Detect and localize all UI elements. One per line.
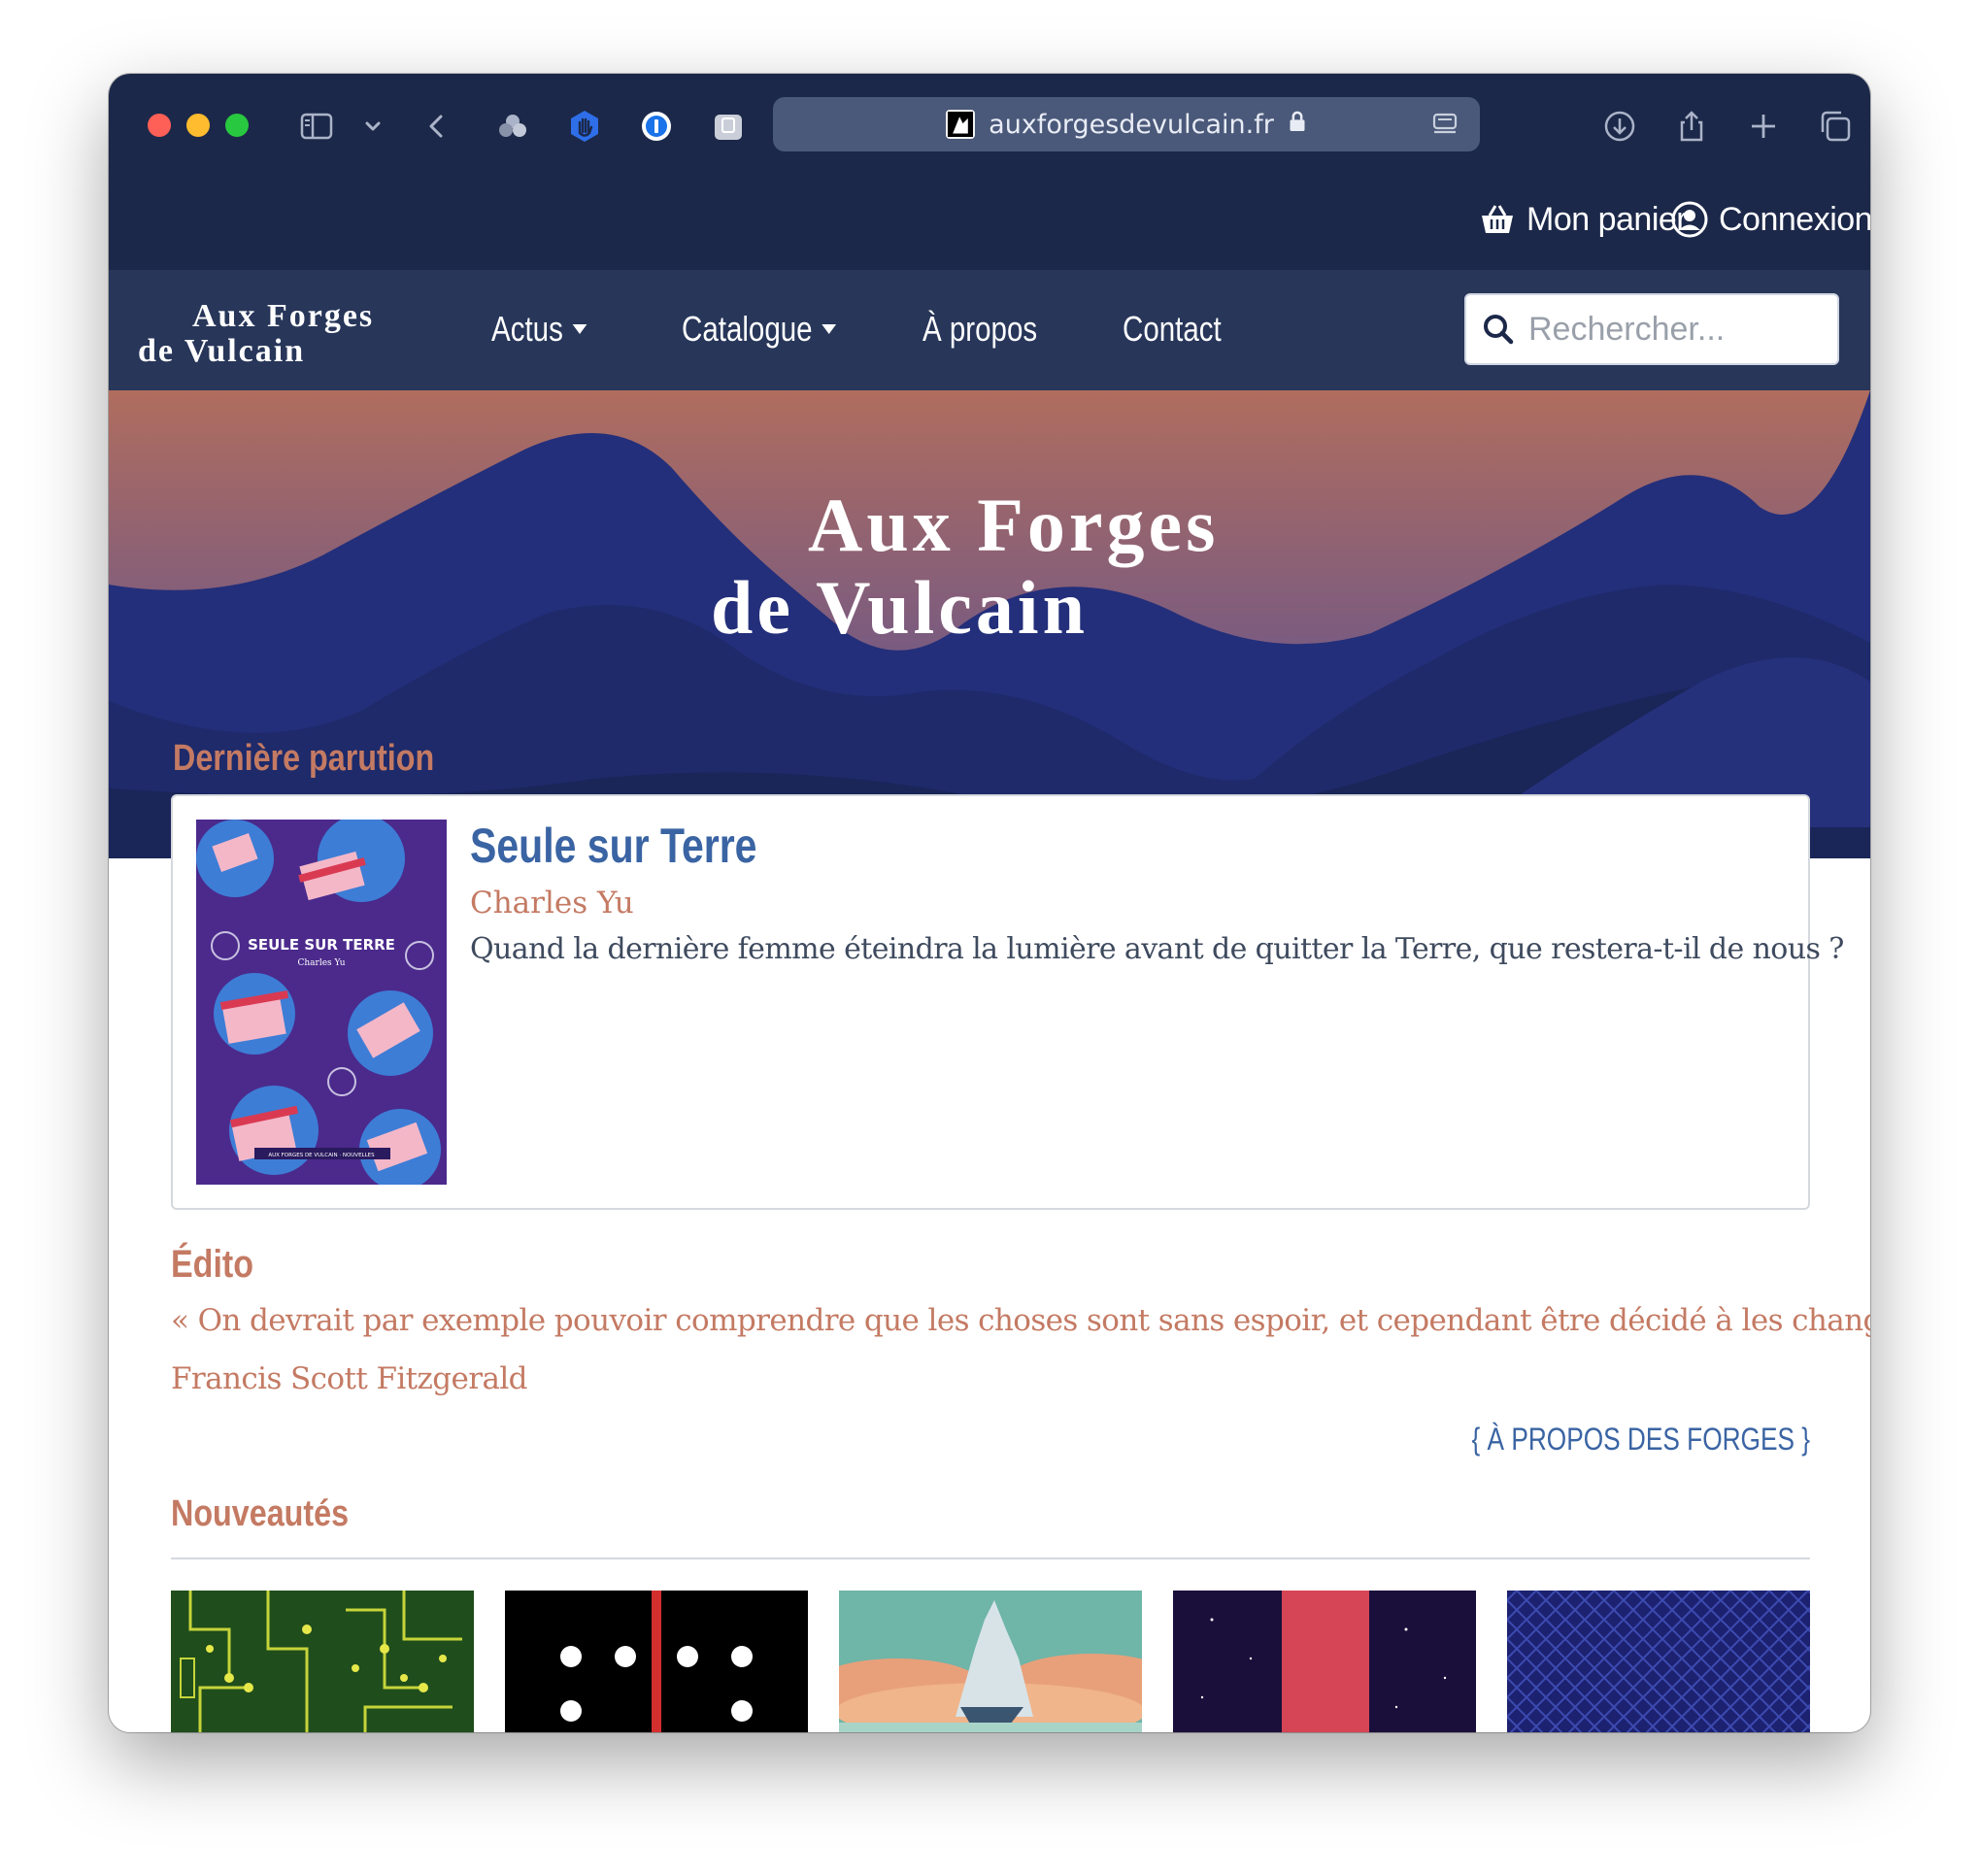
hero-banner: Aux Forges de Vulcain <box>109 390 1870 858</box>
about-forges-link[interactable]: { À PROPOS DES FORGES } <box>1471 1422 1810 1457</box>
nav-item-actus[interactable]: Actus <box>491 309 587 350</box>
cover-title: SEULE SUR TERRE <box>248 936 395 954</box>
black-dots-cover[interactable] <box>505 1591 808 1732</box>
user-circle-icon <box>1671 201 1708 238</box>
new-releases-heading: Nouveautés <box>171 1493 350 1534</box>
edito-heading: Édito <box>171 1243 253 1286</box>
site-favicon-icon <box>946 110 976 139</box>
nav-item-contact[interactable]: Contact <box>1123 309 1222 350</box>
lock-icon <box>1288 109 1307 141</box>
circuit-board-cover[interactable] <box>171 1591 474 1732</box>
cover-author: Charles Yu <box>298 958 346 968</box>
nav-item-label: À propos <box>922 309 1038 349</box>
reader-icon[interactable] <box>1431 111 1459 145</box>
book-cover[interactable]: SEULE SUR TERRE Charles Yu AUX FORGES DE… <box>196 820 447 1185</box>
extensions-icon[interactable] <box>493 107 532 146</box>
login-link[interactable]: Connexion <box>1670 200 1870 239</box>
close-window-button[interactable] <box>148 114 171 137</box>
nav-item-label: Contact <box>1123 309 1222 349</box>
book-author[interactable]: Charles Yu <box>470 886 634 921</box>
browser-toolbar: auxforgesdevulcain.fr <box>109 74 1870 179</box>
cart-label: Mon panier <box>1526 200 1688 238</box>
nav-item-catalogue[interactable]: Catalogue <box>682 309 837 350</box>
browser-window: auxforgesdevulcain.fr Mon panier Connexi… <box>109 74 1870 1732</box>
nav-logo-line2: de Vulcain <box>138 333 305 369</box>
blue-pattern-cover[interactable] <box>1507 1591 1810 1732</box>
main-navigation: Aux Forges de Vulcain Actus Catalogue À … <box>109 270 1870 390</box>
search-icon <box>1484 315 1514 345</box>
section-divider <box>171 1558 1810 1559</box>
nav-item-label: Catalogue <box>682 309 813 349</box>
latest-book-card[interactable]: SEULE SUR TERRE Charles Yu AUX FORGES DE… <box>171 794 1844 1210</box>
night-sky-red-band-cover[interactable] <box>1173 1591 1476 1732</box>
nav-item-a-propos[interactable]: À propos <box>922 309 1037 350</box>
book-title[interactable]: Seule sur Terre <box>470 818 756 874</box>
basket-icon <box>1482 205 1513 233</box>
cart-link[interactable]: Mon panier <box>1478 200 1688 239</box>
sidebar-icon[interactable] <box>297 107 336 146</box>
download-icon[interactable] <box>1600 107 1639 146</box>
search-box <box>1464 293 1839 365</box>
chevron-down-icon[interactable] <box>353 107 392 146</box>
caret-down-icon <box>572 324 587 334</box>
share-icon[interactable] <box>1672 107 1711 146</box>
back-icon[interactable] <box>418 107 456 146</box>
zoom-window-button[interactable] <box>225 114 249 137</box>
floating-castle-cover[interactable] <box>839 1591 1142 1732</box>
clipboard-icon[interactable] <box>709 107 748 146</box>
url-text: auxforgesdevulcain.fr <box>989 109 1274 140</box>
hero-logo-line2: de Vulcain <box>711 565 1089 650</box>
caret-down-icon <box>822 324 837 334</box>
address-bar[interactable]: auxforgesdevulcain.fr <box>773 97 1480 151</box>
edito-attribution: Francis Scott Fitzgerald <box>171 1361 528 1396</box>
latest-release-heading: Dernière parution <box>173 738 435 779</box>
tabs-overview-icon[interactable] <box>1816 107 1855 146</box>
site-top-bar: Mon panier Connexion <box>109 179 1870 270</box>
minimize-window-button[interactable] <box>186 114 210 137</box>
password-icon[interactable] <box>637 107 676 146</box>
cover-footer: AUX FORGES DE VULCAIN · NOUVELLES <box>268 1153 375 1158</box>
hero-logo: Aux Forges de Vulcain <box>711 483 1219 650</box>
edito-quote: « On devrait par exemple pouvoir compren… <box>171 1303 1870 1338</box>
book-description: Quand la dernière femme éteindra la lumi… <box>470 932 1844 966</box>
login-label: Connexion <box>1719 200 1870 238</box>
hero-logo-line1: Aux Forges <box>808 483 1219 567</box>
search-input[interactable] <box>1528 310 1820 349</box>
nav-item-label: Actus <box>491 309 563 349</box>
hand-blocker-icon[interactable] <box>565 107 604 146</box>
new-tab-icon[interactable] <box>1744 107 1783 146</box>
site-logo[interactable]: Aux Forges de Vulcain <box>138 291 400 369</box>
nav-logo-line1: Aux Forges <box>192 298 374 334</box>
